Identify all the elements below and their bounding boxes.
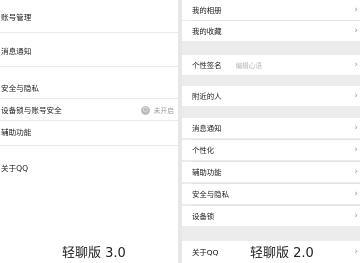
status-text: 未开启: [153, 107, 174, 115]
settings-item-nearby-people[interactable]: 附近的人 ›: [182, 86, 360, 106]
settings-item-label: 个性化: [192, 145, 215, 155]
settings-item-message-notification[interactable]: 消息通知 ›: [182, 118, 360, 138]
chevron-right-icon: ›: [354, 144, 358, 155]
settings-item-label: 辅助功能: [1, 127, 32, 137]
chevron-right-icon: ›: [354, 59, 358, 70]
device-lock-status: ○ 未开启: [140, 105, 174, 115]
settings-item-label: 辅助功能: [192, 167, 222, 177]
settings-item-label: 账号管理: [1, 12, 32, 22]
chevron-right-icon: ›: [354, 122, 358, 133]
settings-item-account-management[interactable]: 账号管理: [0, 7, 178, 27]
divider: [0, 32, 178, 33]
lock-icon: ○: [140, 105, 150, 115]
settings-item-label: 消息通知: [192, 123, 222, 133]
settings-item-personalization[interactable]: 个性化 ›: [182, 140, 360, 160]
settings-item-label: 设备锁: [192, 211, 215, 221]
settings-item-accessibility[interactable]: 辅助功能: [0, 122, 178, 142]
version-caption: 轻聊版 3.0: [62, 246, 126, 261]
settings-panel-3-0: 账号管理 消息通知 安全与隐私 设备锁与账号安全 ○ 未开启 辅助功能 关于QQ…: [0, 0, 178, 263]
settings-item-label: 关于QQ: [192, 247, 219, 257]
chevron-right-icon: ›: [354, 4, 358, 15]
divider: [0, 145, 178, 146]
chevron-right-icon: ›: [354, 210, 358, 221]
settings-item-security-privacy[interactable]: 安全与隐私: [0, 78, 178, 98]
settings-item-label: 我的相册: [192, 5, 222, 15]
settings-item-label: 我的收藏: [192, 26, 222, 36]
divider: [0, 120, 178, 121]
chevron-right-icon: ›: [354, 166, 358, 177]
settings-item-message-notification[interactable]: 消息通知: [0, 41, 178, 61]
chevron-right-icon: ›: [354, 90, 358, 101]
settings-item-security-privacy[interactable]: 安全与隐私 ›: [182, 184, 360, 204]
settings-item-device-lock[interactable]: 设备锁与账号安全 ○ 未开启: [0, 100, 178, 120]
chevron-right-icon: ›: [354, 246, 358, 257]
settings-item-label: 关于QQ: [1, 163, 29, 173]
settings-item-label: 个性签名: [192, 60, 222, 70]
settings-panel-2-0: 我的相册 › 我的收藏 › 个性签名 编辑心语 › 附近的人 › 消息通知 › …: [182, 0, 360, 263]
settings-item-about-qq[interactable]: 关于QQ: [0, 158, 178, 178]
settings-item-label: 安全与隐私: [1, 83, 39, 93]
chevron-right-icon: ›: [354, 188, 358, 199]
settings-item-label: 附近的人: [192, 91, 222, 101]
settings-item-device-lock[interactable]: 设备锁 ›: [182, 206, 360, 226]
divider: [0, 98, 178, 99]
divider: [0, 66, 178, 67]
settings-item-signature[interactable]: 个性签名 编辑心语 ›: [182, 55, 360, 75]
chevron-right-icon: ›: [354, 25, 358, 36]
settings-item-my-album[interactable]: 我的相册 ›: [182, 0, 360, 20]
settings-item-label: 安全与隐私: [192, 189, 229, 199]
settings-item-my-favorites[interactable]: 我的收藏 ›: [182, 21, 360, 41]
settings-item-label: 消息通知: [1, 46, 32, 56]
signature-hint: 编辑心语: [235, 62, 262, 70]
version-caption: 轻聊版 2.0: [250, 246, 314, 261]
settings-item-accessibility[interactable]: 辅助功能 ›: [182, 162, 360, 182]
settings-item-label: 设备锁与账号安全: [1, 105, 62, 115]
